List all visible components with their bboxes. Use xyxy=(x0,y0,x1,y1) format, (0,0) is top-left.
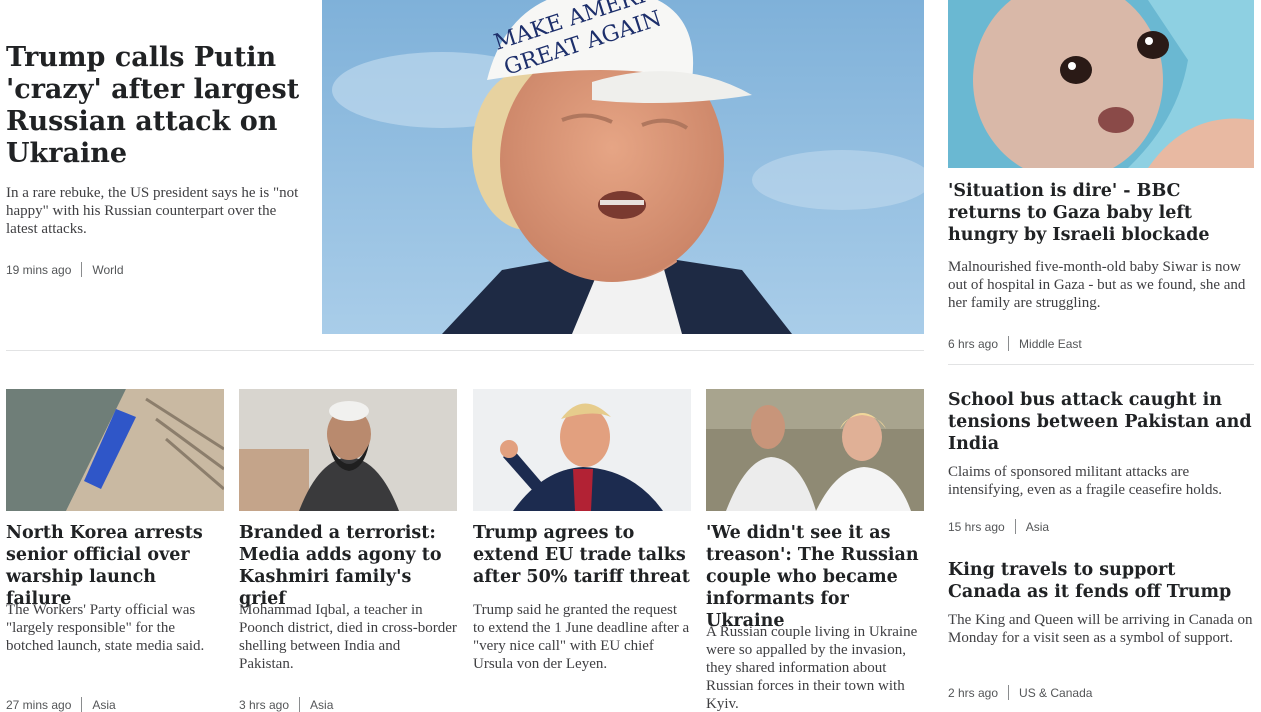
right-story-headline[interactable]: School bus attack caught in tensions bet… xyxy=(948,389,1254,455)
meta-divider xyxy=(299,697,301,712)
grid-story-summary: Mohammad Iqbal, a teacher in Poonch dist… xyxy=(239,602,457,672)
section-divider xyxy=(948,364,1254,365)
grid-story-headline[interactable]: 'We didn't see it as treason': The Russi… xyxy=(706,522,924,632)
timestamp: 19 mins ago xyxy=(6,262,72,277)
right-story-meta: 6 hrs ago Middle East xyxy=(948,336,1082,351)
timestamp: 2 hrs ago xyxy=(948,685,999,700)
grid-story-summary: Trump said he granted the request to ext… xyxy=(473,602,690,672)
section-link[interactable]: US & Canada xyxy=(1019,686,1092,700)
timestamp: 3 hrs ago xyxy=(239,697,290,712)
section-divider xyxy=(6,350,924,351)
section-link[interactable]: Asia xyxy=(1026,520,1049,534)
grid-story-summary: The Workers' Party official was "largely… xyxy=(6,602,205,654)
right-story-headline[interactable]: 'Situation is dire' - BBC returns to Gaz… xyxy=(948,180,1254,246)
grid-story-headline[interactable]: Trump agrees to extend EU trade talks af… xyxy=(473,522,691,588)
timestamp: 15 hrs ago xyxy=(948,519,1005,534)
meta-divider xyxy=(81,262,83,277)
grid-story-image[interactable] xyxy=(6,389,224,511)
section-link[interactable]: Middle East xyxy=(1019,337,1082,351)
timestamp: 27 mins ago xyxy=(6,697,72,712)
right-story-headline[interactable]: King travels to support Canada as it fen… xyxy=(948,559,1254,603)
lead-story-meta: 19 mins ago World xyxy=(6,262,124,277)
right-story-summary: Claims of sponsored militant attacks are… xyxy=(948,464,1223,498)
section-link[interactable]: Asia xyxy=(92,698,115,712)
right-story-summary: The King and Queen will be arriving in C… xyxy=(948,612,1253,646)
lead-story-summary: In a rare rebuke, the US president says … xyxy=(6,185,299,237)
grid-story-meta: 27 mins ago Asia xyxy=(6,697,116,712)
section-link[interactable]: Asia xyxy=(310,698,333,712)
meta-divider xyxy=(81,697,83,712)
grid-story-meta: 3 hrs ago Asia xyxy=(239,697,333,712)
grid-story-summary: A Russian couple living in Ukraine were … xyxy=(706,624,918,712)
right-story-summary: Malnourished five-month-old baby Siwar i… xyxy=(948,259,1246,311)
section-link[interactable]: World xyxy=(92,263,123,277)
lead-story-image[interactable]: MAKE AMERICA GREAT AGAIN xyxy=(322,0,924,334)
right-story-meta: 15 hrs ago Asia xyxy=(948,519,1049,534)
grid-story-headline[interactable]: North Korea arrests senior official over… xyxy=(6,522,224,610)
right-story-image[interactable] xyxy=(948,0,1254,168)
meta-divider xyxy=(1008,336,1010,351)
timestamp: 6 hrs ago xyxy=(948,336,999,351)
lead-story-headline[interactable]: Trump calls Putin 'crazy' after largest … xyxy=(6,42,306,170)
meta-divider xyxy=(1008,685,1010,700)
grid-story-headline[interactable]: Branded a terrorist: Media adds agony to… xyxy=(239,522,457,610)
grid-story-image[interactable] xyxy=(706,389,924,511)
grid-story-image[interactable] xyxy=(473,389,691,511)
grid-story-image[interactable] xyxy=(239,389,457,511)
meta-divider xyxy=(1014,519,1016,534)
right-story-meta: 2 hrs ago US & Canada xyxy=(948,685,1092,700)
